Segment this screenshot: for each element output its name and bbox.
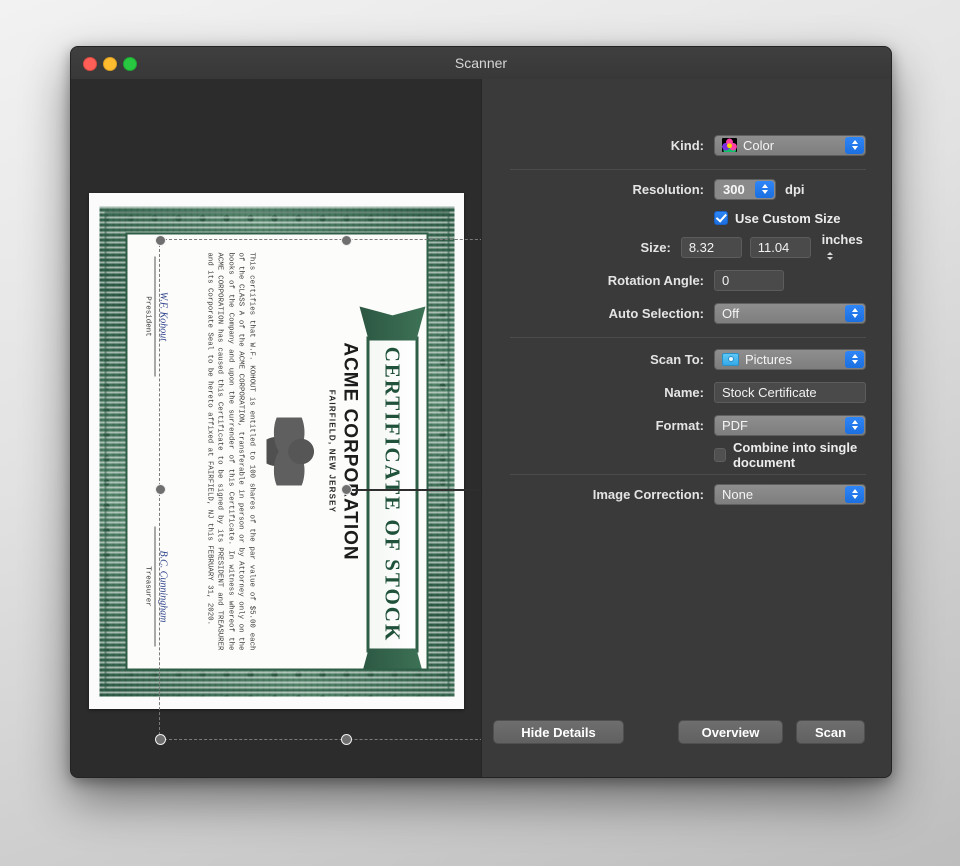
window-titlebar: Scanner	[71, 47, 891, 80]
selection-handle-bottom-center[interactable]	[340, 733, 352, 745]
size-width-value: 8.32	[688, 239, 715, 255]
use-custom-size-row[interactable]: Use Custom Size	[714, 207, 840, 229]
size-label: Size:	[640, 239, 671, 255]
scan-to-value: Pictures	[745, 351, 792, 367]
rotation-angle-row: Rotation Angle: 0	[482, 269, 866, 291]
selection-handle-bottom-left[interactable]	[154, 733, 166, 745]
selection-crosshair-line	[346, 488, 481, 491]
separator-after-auto-selection	[510, 337, 866, 338]
kind-dropdown[interactable]: Color	[714, 134, 866, 156]
image-correction-value: None	[722, 486, 754, 502]
selection-handle-top-left[interactable]	[154, 234, 166, 246]
resolution-row: Resolution: 300 dpi	[482, 178, 866, 200]
kind-value: Color	[743, 137, 775, 153]
use-custom-size-label: Use Custom Size	[735, 210, 841, 226]
image-correction-row: Image Correction: None	[482, 483, 866, 505]
combine-row[interactable]: Combine into single document	[714, 440, 891, 470]
size-unit-popup[interactable]: inches	[822, 232, 866, 262]
combine-checkbox[interactable]	[714, 448, 726, 462]
format-value: PDF	[722, 417, 748, 433]
format-dropdown[interactable]: PDF	[714, 414, 866, 436]
size-unit-value: inches	[821, 232, 863, 247]
auto-selection-row: Auto Selection: Off	[482, 302, 866, 324]
scan-to-row: Scan To: Pictures	[482, 348, 866, 370]
size-height-value: 11.04	[757, 239, 790, 255]
selection-handle-middle-left[interactable]	[154, 484, 166, 495]
size-height-input[interactable]: 11.04	[749, 236, 811, 258]
scan-preview-pane[interactable]: CERTIFICATE OF STOCK ACME CORPORATION FA…	[71, 79, 482, 777]
chevron-updown-icon[interactable]	[826, 251, 833, 260]
auto-selection-value: Off	[722, 305, 740, 321]
selection-handle-center[interactable]	[340, 484, 352, 495]
chevron-updown-icon[interactable]	[845, 416, 864, 434]
separator-after-combine	[510, 474, 866, 475]
selection-handle-top-center[interactable]	[340, 234, 352, 246]
name-value: Stock Certificate	[722, 384, 817, 400]
resolution-label: Resolution:	[632, 181, 705, 197]
image-correction-dropdown[interactable]: None	[714, 483, 866, 505]
auto-selection-label: Auto Selection:	[608, 305, 704, 321]
pictures-folder-icon	[722, 352, 739, 366]
scan-button[interactable]: Scan	[796, 720, 865, 744]
rotation-angle-value: 0	[722, 272, 730, 288]
scan-to-dropdown[interactable]: Pictures	[714, 348, 866, 370]
format-row: Format: PDF	[482, 414, 866, 436]
chevron-updown-icon[interactable]	[845, 350, 864, 368]
scanner-window: Scanner CERTIFICATE OF STOCK ACME CORPOR…	[70, 46, 892, 778]
color-swatch-icon	[722, 138, 737, 152]
rotation-angle-label: Rotation Angle:	[607, 272, 704, 288]
size-row: Size: 8.32 11.04 inches	[482, 232, 866, 260]
name-input[interactable]: Stock Certificate	[714, 381, 866, 403]
auto-selection-dropdown[interactable]: Off	[714, 302, 866, 324]
resolution-stepper[interactable]: 300	[714, 178, 776, 200]
window-title: Scanner	[454, 55, 508, 71]
treasurer-label: Treasurer	[143, 565, 151, 607]
chevron-updown-icon[interactable]	[845, 304, 864, 322]
name-row: Name: Stock Certificate	[482, 381, 866, 403]
scan-to-label: Scan To:	[650, 351, 704, 367]
size-width-input[interactable]: 8.32	[680, 236, 742, 258]
chevron-updown-icon[interactable]	[845, 136, 864, 154]
scanner-settings-pane: Kind: Color Resolution: 300 dpi Use Cust…	[482, 79, 891, 777]
combine-label: Combine into single document	[732, 440, 858, 470]
overview-button[interactable]: Overview	[678, 720, 783, 744]
format-label: Format:	[655, 417, 704, 433]
kind-label: Kind:	[670, 137, 704, 153]
resolution-unit: dpi	[785, 181, 805, 197]
rotation-angle-input[interactable]: 0	[714, 269, 784, 291]
chevron-updown-icon[interactable]	[845, 485, 864, 503]
president-label: President	[143, 295, 151, 337]
hide-details-button[interactable]: Hide Details	[493, 720, 624, 744]
chevron-updown-icon[interactable]	[755, 180, 774, 198]
name-label: Name:	[664, 384, 704, 400]
kind-row: Kind: Color	[482, 134, 866, 156]
separator-after-kind	[510, 169, 866, 170]
image-correction-label: Image Correction:	[592, 486, 704, 502]
scan-selection-rectangle[interactable]	[154, 234, 481, 745]
use-custom-size-checkbox[interactable]	[714, 211, 728, 225]
resolution-value: 300	[723, 181, 745, 197]
